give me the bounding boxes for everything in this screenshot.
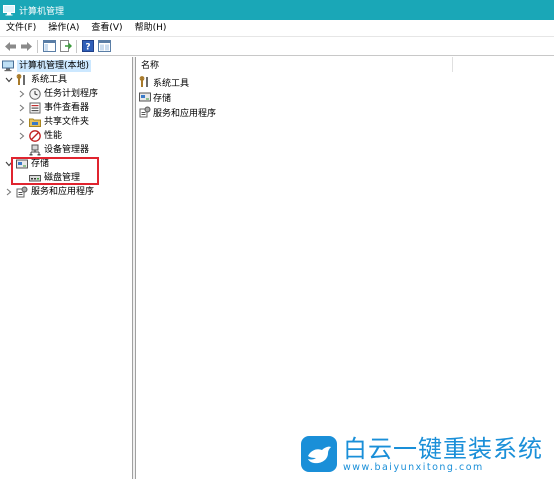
tree-item-device-manager[interactable]: 设备管理器 [29, 143, 89, 157]
svg-text:?: ? [85, 43, 90, 53]
tools-icon [16, 74, 28, 86]
tree-item-computer-management[interactable]: 计算机管理(本地) [2, 59, 92, 73]
watermark: 白云一键重装系统 www.baiyunxitong.com [301, 432, 551, 476]
tree-label: 设备管理器 [44, 145, 90, 155]
tree-item-services-applications[interactable]: 服务和应用程序 [4, 185, 94, 199]
export-list-icon[interactable] [58, 39, 72, 53]
tools-icon [139, 76, 151, 88]
content-list[interactable]: 名称 系统工具 存储 服务和应用程序 [137, 57, 554, 479]
list-item-label: 服务和应用程序 [153, 108, 217, 119]
chevron-right-icon[interactable] [17, 103, 27, 113]
help-icon[interactable]: ? [81, 39, 95, 53]
device-manager-icon [29, 144, 41, 156]
bird-logo-icon [301, 436, 337, 472]
watermark-title: 白云一键重装系统 [343, 434, 543, 463]
tree-label: 事件查看器 [44, 103, 90, 113]
show-hide-tree-icon[interactable] [42, 39, 56, 53]
list-item-services-applications[interactable]: 服务和应用程序 [139, 105, 216, 119]
chevron-down-icon[interactable] [4, 75, 14, 85]
pane-splitter[interactable] [133, 57, 136, 479]
toolbar-separator [76, 39, 77, 53]
column-header-name[interactable]: 名称 [137, 57, 453, 72]
tree-item-system-tools[interactable]: 系统工具 [4, 73, 67, 87]
menu-help[interactable]: 帮助(H) [129, 20, 173, 37]
navigation-tree[interactable]: 计算机管理(本地) 系统工具 任务计划程序 事件查看器 共享文件夹 性能 设备管… [0, 57, 133, 479]
computer-management-icon [2, 60, 14, 72]
column-header-empty [453, 57, 554, 72]
toolbar: ? [0, 37, 554, 56]
tree-item-event-viewer[interactable]: 事件查看器 [17, 101, 89, 115]
window-title: 计算机管理 [19, 6, 65, 17]
tree-label: 服务和应用程序 [31, 187, 95, 197]
shared-folder-icon [29, 116, 41, 128]
watermark-url: www.baiyunxitong.com [343, 461, 484, 473]
tree-label: 系统工具 [31, 75, 68, 85]
toolbar-separator [37, 39, 38, 53]
tree-label: 任务计划程序 [44, 89, 99, 99]
chevron-right-icon[interactable] [17, 131, 27, 141]
list-item-system-tools[interactable]: 系统工具 [139, 75, 189, 89]
tree-label: 共享文件夹 [44, 117, 90, 127]
highlight-box [11, 157, 99, 185]
menu-file[interactable]: 文件(F) [0, 20, 42, 37]
tree-label: 性能 [44, 131, 63, 141]
tree-item-performance[interactable]: 性能 [17, 129, 62, 143]
menu-bar: 文件(F) 操作(A) 查看(V) 帮助(H) [0, 20, 554, 37]
title-bar: 计算机管理 [0, 0, 554, 20]
storage-icon [139, 91, 151, 103]
chevron-right-icon[interactable] [17, 117, 27, 127]
services-icon [16, 186, 28, 198]
list-item-label: 系统工具 [153, 78, 190, 89]
performance-icon [29, 130, 41, 142]
properties-icon[interactable] [97, 39, 111, 53]
chevron-right-icon[interactable] [17, 89, 27, 99]
list-item-label: 存储 [153, 93, 172, 104]
services-icon [139, 106, 151, 118]
tree-item-task-scheduler[interactable]: 任务计划程序 [17, 87, 98, 101]
list-item-storage[interactable]: 存储 [139, 90, 171, 104]
chevron-right-icon[interactable] [4, 187, 14, 197]
forward-arrow-icon[interactable] [19, 39, 33, 53]
column-header-label: 名称 [141, 61, 160, 71]
tree-label: 计算机管理(本地) [17, 60, 92, 72]
menu-view[interactable]: 查看(V) [85, 20, 128, 37]
menu-action[interactable]: 操作(A) [42, 20, 85, 37]
event-log-icon [29, 102, 41, 114]
tree-item-shared-folders[interactable]: 共享文件夹 [17, 115, 89, 129]
clock-icon [29, 88, 41, 100]
computer-management-icon [3, 4, 15, 16]
back-arrow-icon[interactable] [3, 39, 17, 53]
